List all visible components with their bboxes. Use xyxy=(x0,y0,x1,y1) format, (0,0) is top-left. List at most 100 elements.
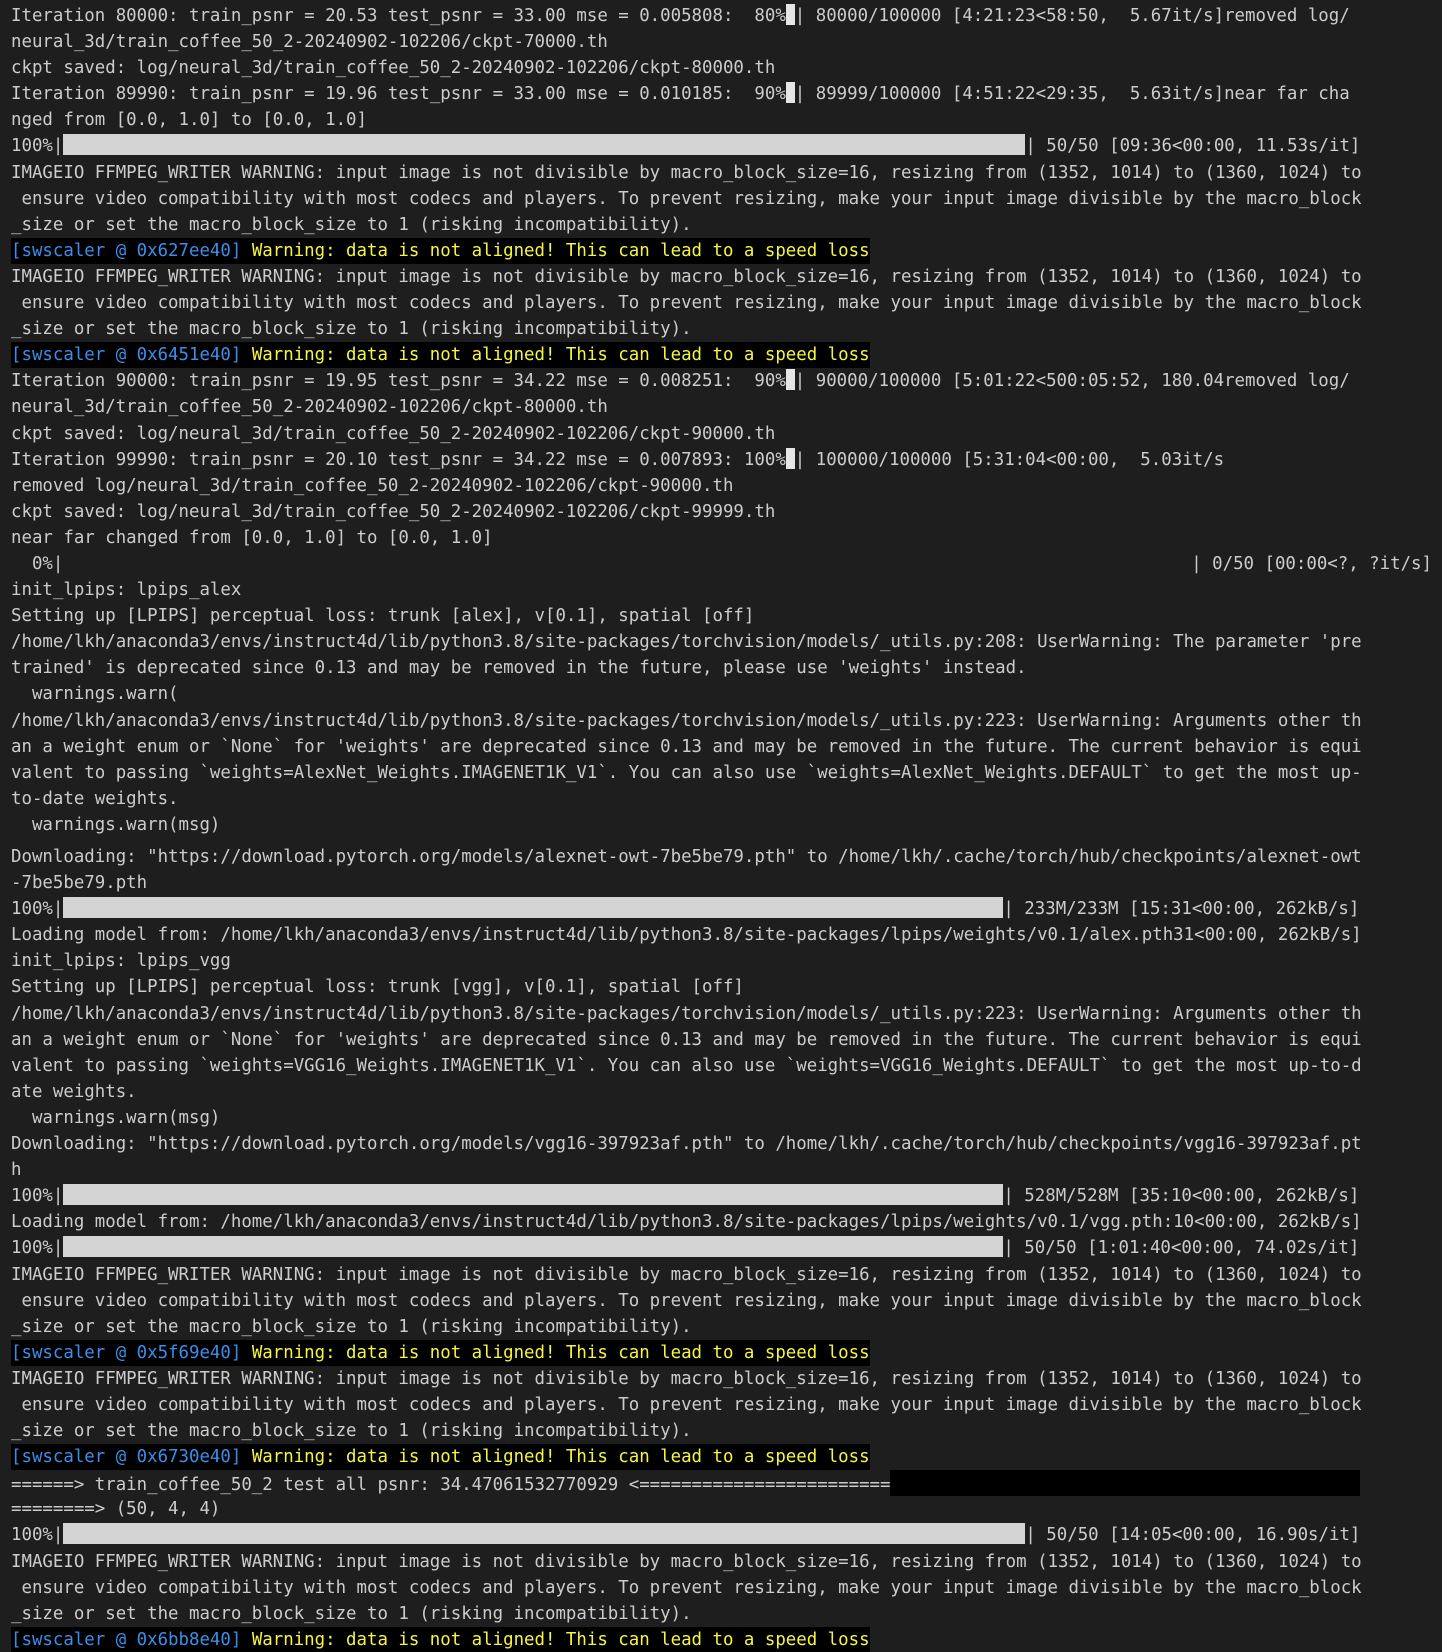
terminal-line: [swscaler @ 0x6451e40] Warning: data is … xyxy=(11,342,1432,369)
terminal-line: 100%| | 50/50 [1:01:40<00:00, 74.02s/it] xyxy=(11,1235,1432,1261)
terminal-line: IMAGEIO FFMPEG_WRITER WARNING: input ima… xyxy=(11,160,1432,186)
terminal-line: [swscaler @ 0x6bb8e40] Warning: data is … xyxy=(11,1626,1432,1652)
line-text: ensure video compatibility with most cod… xyxy=(11,188,1362,209)
terminal-line: near far changed from [0.0, 1.0] to [0.0… xyxy=(11,525,1432,551)
terminal-line: /home/lkh/anaconda3/envs/instruct4d/lib/… xyxy=(11,629,1432,655)
terminal-line: Downloading: "https://download.pytorch.o… xyxy=(11,1131,1432,1157)
progress-bar-fill xyxy=(63,1184,1004,1206)
terminal-line: 100%| | 50/50 [14:05<00:00, 16.90s/it] xyxy=(11,1522,1432,1548)
progress-status: | 50/50 [09:36<00:00, 11.53s/it] xyxy=(1025,136,1361,157)
terminal-line: _size or set the macro_block_size to 1 (… xyxy=(11,1601,1432,1627)
line-text: ckpt saved: log/neural_3d/train_coffee_5… xyxy=(11,501,776,522)
terminal-line: /home/lkh/anaconda3/envs/instruct4d/lib/… xyxy=(11,1001,1432,1027)
line-text: _size or set the macro_block_size to 1 (… xyxy=(11,1316,692,1337)
terminal-line: IMAGEIO FFMPEG_WRITER WARNING: input ima… xyxy=(11,1366,1432,1392)
progress-block-icon xyxy=(785,369,795,391)
swscaler-warning: [swscaler @ 0x6451e40] Warning: data is … xyxy=(11,342,870,369)
line-text: Iteration 80000: train_psnr = 20.53 test… xyxy=(11,6,786,26)
swscaler-tag: [swscaler @ 0x6bb8e40] xyxy=(11,1629,242,1650)
line-text: _size or set the macro_block_size to 1 (… xyxy=(11,1421,692,1442)
line-text: IMAGEIO FFMPEG_WRITER WARNING: input ima… xyxy=(11,1264,1362,1285)
progress-block-icon xyxy=(785,447,795,469)
terminal-line: IMAGEIO FFMPEG_WRITER WARNING: input ima… xyxy=(11,1549,1432,1575)
progress-bar-fill xyxy=(63,134,1026,156)
progress-status: | 90000/100000 [5:01:22<500:05:52, 180.0… xyxy=(794,371,1350,392)
terminal-line: [swscaler @ 0x627ee40] Warning: data is … xyxy=(11,237,1432,264)
warning-message: Warning: data is not aligned! This can l… xyxy=(241,1447,870,1468)
terminal-line: ======> train_coffee_50_2 test all psnr:… xyxy=(11,1470,1432,1497)
line-text: valent to passing `weights=VGG16_Weights… xyxy=(11,1055,1362,1076)
progress-percent: 100%| xyxy=(11,899,64,920)
line-text: h xyxy=(11,1160,22,1181)
line-text: IMAGEIO FFMPEG_WRITER WARNING: input ima… xyxy=(11,1551,1362,1572)
progress-status: | 0/50 [00:00<?, ?it/s] xyxy=(1191,553,1432,574)
line-text: Setting up [LPIPS] perceptual loss: trun… xyxy=(11,606,755,627)
terminal-line: warnings.warn(msg) xyxy=(11,812,1432,838)
line-text: ensure video compatibility with most cod… xyxy=(11,1577,1362,1598)
line-text: to-date weights. xyxy=(11,788,179,809)
progress-bar-fill xyxy=(63,1236,1004,1258)
terminal-line: Setting up [LPIPS] perceptual loss: trun… xyxy=(11,603,1432,629)
terminal-line: 100%| | 50/50 [09:36<00:00, 11.53s/it] xyxy=(11,133,1432,159)
terminal-line: neural_3d/train_coffee_50_2-20240902-102… xyxy=(11,29,1432,55)
terminal-output[interactable]: Iteration 80000: train_psnr = 20.53 test… xyxy=(0,0,1442,1652)
terminal-line: 0%| | 0/50 [00:00<?, ?it/s] xyxy=(11,551,1432,577)
line-text: trained' is deprecated since 0.13 and ma… xyxy=(11,658,1027,679)
swscaler-tag: [swscaler @ 0x5f69e40] xyxy=(11,1342,242,1363)
warning-message: Warning: data is not aligned! This can l… xyxy=(241,1629,870,1650)
progress-percent: 0%| xyxy=(11,553,64,574)
terminal-line: 100%| | 233M/233M [15:31<00:00, 262kB/s] xyxy=(11,896,1432,922)
line-text: Iteration 99990: train_psnr = 20.10 test… xyxy=(11,449,786,470)
line-text: Iteration 90000: train_psnr = 19.95 test… xyxy=(11,371,786,392)
terminal-line: -7be5be79.pth xyxy=(11,870,1432,896)
terminal-line: Iteration 80000: train_psnr = 20.53 test… xyxy=(11,3,1432,29)
line-text: an a weight enum or `None` for 'weights'… xyxy=(11,1029,1362,1050)
terminal-line: valent to passing `weights=VGG16_Weights… xyxy=(11,1053,1432,1079)
line-text: Downloading: "https://download.pytorch.o… xyxy=(11,847,1362,867)
line-text: /home/lkh/anaconda3/envs/instruct4d/lib/… xyxy=(11,632,1362,653)
terminal-line: ========> (50, 4, 4) xyxy=(11,1496,1432,1522)
progress-bar-fill xyxy=(63,1523,1026,1545)
line-text: ensure video compatibility with most cod… xyxy=(11,293,1362,314)
terminal-line: _size or set the macro_block_size to 1 (… xyxy=(11,212,1432,238)
line-text: Downloading: "https://download.pytorch.o… xyxy=(11,1134,1362,1155)
terminal-line: valent to passing `weights=AlexNet_Weigh… xyxy=(11,760,1432,786)
terminal-line: ensure video compatibility with most cod… xyxy=(11,290,1432,316)
terminal-line: /home/lkh/anaconda3/envs/instruct4d/lib/… xyxy=(11,708,1432,734)
swscaler-warning: [swscaler @ 0x5f69e40] Warning: data is … xyxy=(11,1339,870,1366)
warning-message: Warning: data is not aligned! This can l… xyxy=(241,240,870,261)
line-text: ensure video compatibility with most cod… xyxy=(11,1394,1362,1415)
line-text: init_lpips: lpips_vgg xyxy=(11,951,231,972)
psnr-summary: ======> train_coffee_50_2 test all psnr:… xyxy=(11,1475,891,1496)
line-text: removed log/neural_3d/train_coffee_50_2-… xyxy=(11,475,734,496)
line-text: valent to passing `weights=AlexNet_Weigh… xyxy=(11,762,1362,783)
terminal-line: ensure video compatibility with most cod… xyxy=(11,186,1432,212)
line-text: _size or set the macro_block_size to 1 (… xyxy=(11,319,692,340)
progress-status: | 89999/100000 [4:51:22<29:35, 5.63it/s]… xyxy=(794,84,1350,105)
progress-percent: 100%| xyxy=(11,1186,64,1207)
terminal-line: _size or set the macro_block_size to 1 (… xyxy=(11,1314,1432,1340)
line-text: init_lpips: lpips_alex xyxy=(11,580,242,601)
terminal-line: Downloading: "https://download.pytorch.o… xyxy=(11,844,1432,870)
warning-message: Warning: data is not aligned! This can l… xyxy=(241,345,870,366)
line-text: ate weights. xyxy=(11,1081,137,1102)
line-text: warnings.warn( xyxy=(11,684,179,705)
line-text: IMAGEIO FFMPEG_WRITER WARNING: input ima… xyxy=(11,1368,1362,1389)
line-text: ckpt saved: log/neural_3d/train_coffee_5… xyxy=(11,58,776,79)
line-text: Setting up [LPIPS] perceptual loss: trun… xyxy=(11,977,744,998)
swscaler-tag: [swscaler @ 0x627ee40] xyxy=(11,240,242,261)
terminal-line: warnings.warn( xyxy=(11,681,1432,707)
terminal-line: Setting up [LPIPS] perceptual loss: trun… xyxy=(11,974,1432,1000)
progress-status: | 233M/233M [15:31<00:00, 262kB/s] xyxy=(1003,899,1360,920)
black-highlight xyxy=(890,1470,1361,1497)
progress-percent: 100%| xyxy=(11,1238,64,1259)
terminal-line: IMAGEIO FFMPEG_WRITER WARNING: input ima… xyxy=(11,264,1432,290)
terminal-line: ckpt saved: log/neural_3d/train_coffee_5… xyxy=(11,499,1432,525)
line-text: ========> (50, 4, 4) xyxy=(11,1499,221,1520)
terminal-line: ate weights. xyxy=(11,1079,1432,1105)
line-text: Loading model from: /home/lkh/anaconda3/… xyxy=(11,1212,1362,1233)
terminal-line: nged from [0.0, 1.0] to [0.0, 1.0] xyxy=(11,107,1432,133)
terminal-line: ensure video compatibility with most cod… xyxy=(11,1392,1432,1418)
terminal-line: Iteration 99990: train_psnr = 20.10 test… xyxy=(11,447,1432,473)
progress-block-icon xyxy=(785,4,795,25)
